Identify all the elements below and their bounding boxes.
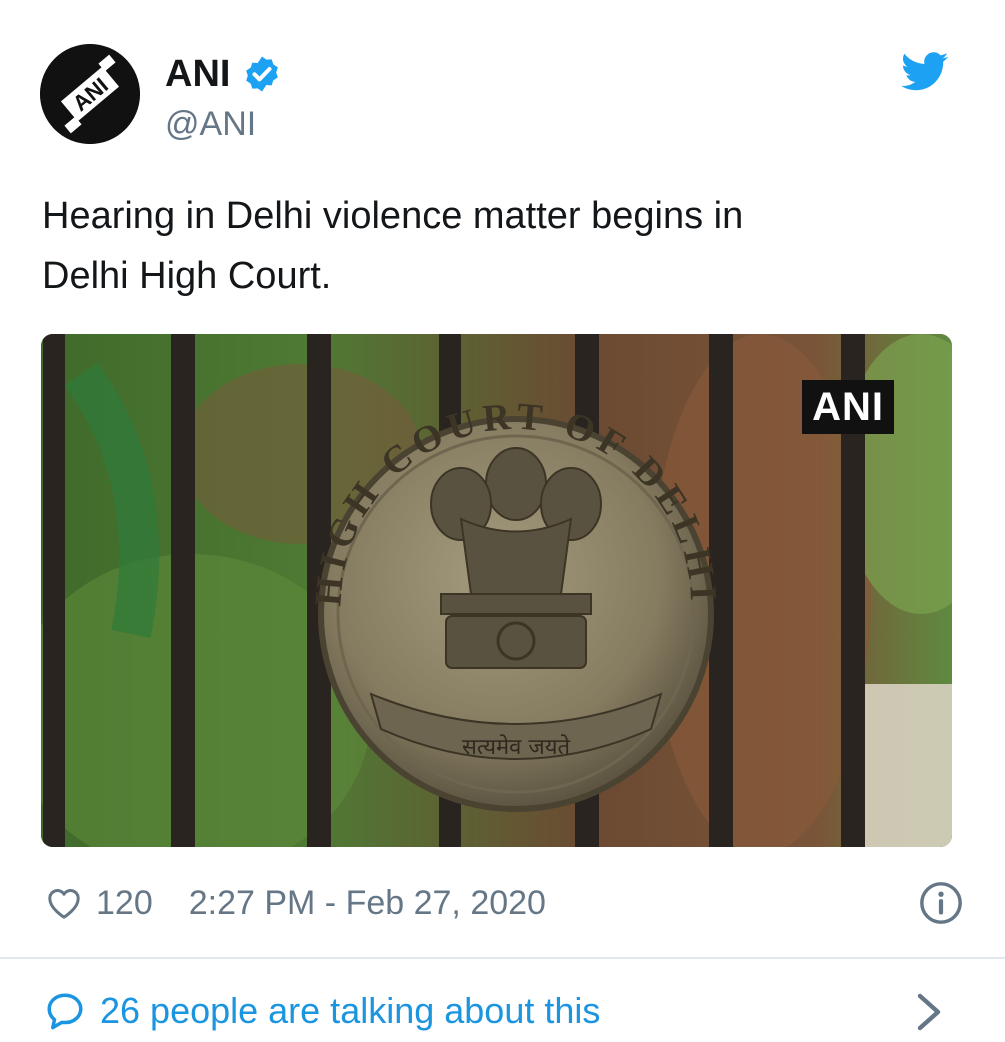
tweet-header: ANI ANI @ANI: [40, 44, 965, 144]
heart-icon[interactable]: [44, 883, 84, 923]
divider: [0, 957, 1005, 959]
display-name[interactable]: ANI: [165, 52, 230, 96]
tweet-text-line: Hearing in Delhi violence matter begins …: [42, 195, 744, 237]
ani-watermark: ANI: [802, 380, 894, 434]
tweet-text: Hearing in Delhi violence matter begins …: [42, 186, 942, 306]
ani-logo-avatar: ANI: [40, 44, 140, 144]
tweet-timestamp[interactable]: 2:27 PM - Feb 27, 2020: [189, 884, 546, 923]
comment-bubble-icon: [47, 993, 83, 1030]
name-row: ANI: [165, 52, 282, 96]
like-count[interactable]: 120: [96, 884, 153, 923]
talking-about-text: 26 people are talking about this: [100, 990, 601, 1031]
twitter-bird-icon[interactable]: [901, 52, 949, 92]
chevron-right-icon[interactable]: [916, 992, 942, 1032]
tweet-media-image[interactable]: HIGH COURT OF DELHI सत्यमेव जयते ANI: [41, 334, 952, 847]
info-icon[interactable]: [918, 880, 964, 926]
user-handle[interactable]: @ANI: [165, 104, 256, 144]
user-avatar[interactable]: ANI: [40, 44, 140, 144]
tweet-text-line: Delhi High Court.: [42, 255, 332, 297]
talking-about-link[interactable]: 26 people are talking about this: [44, 986, 964, 1036]
svg-text:सत्यमेव जयते: सत्यमेव जयते: [462, 734, 570, 760]
verified-badge-icon: [246, 56, 279, 92]
tweet-meta-row: 120 2:27 PM - Feb 27, 2020: [44, 880, 964, 926]
